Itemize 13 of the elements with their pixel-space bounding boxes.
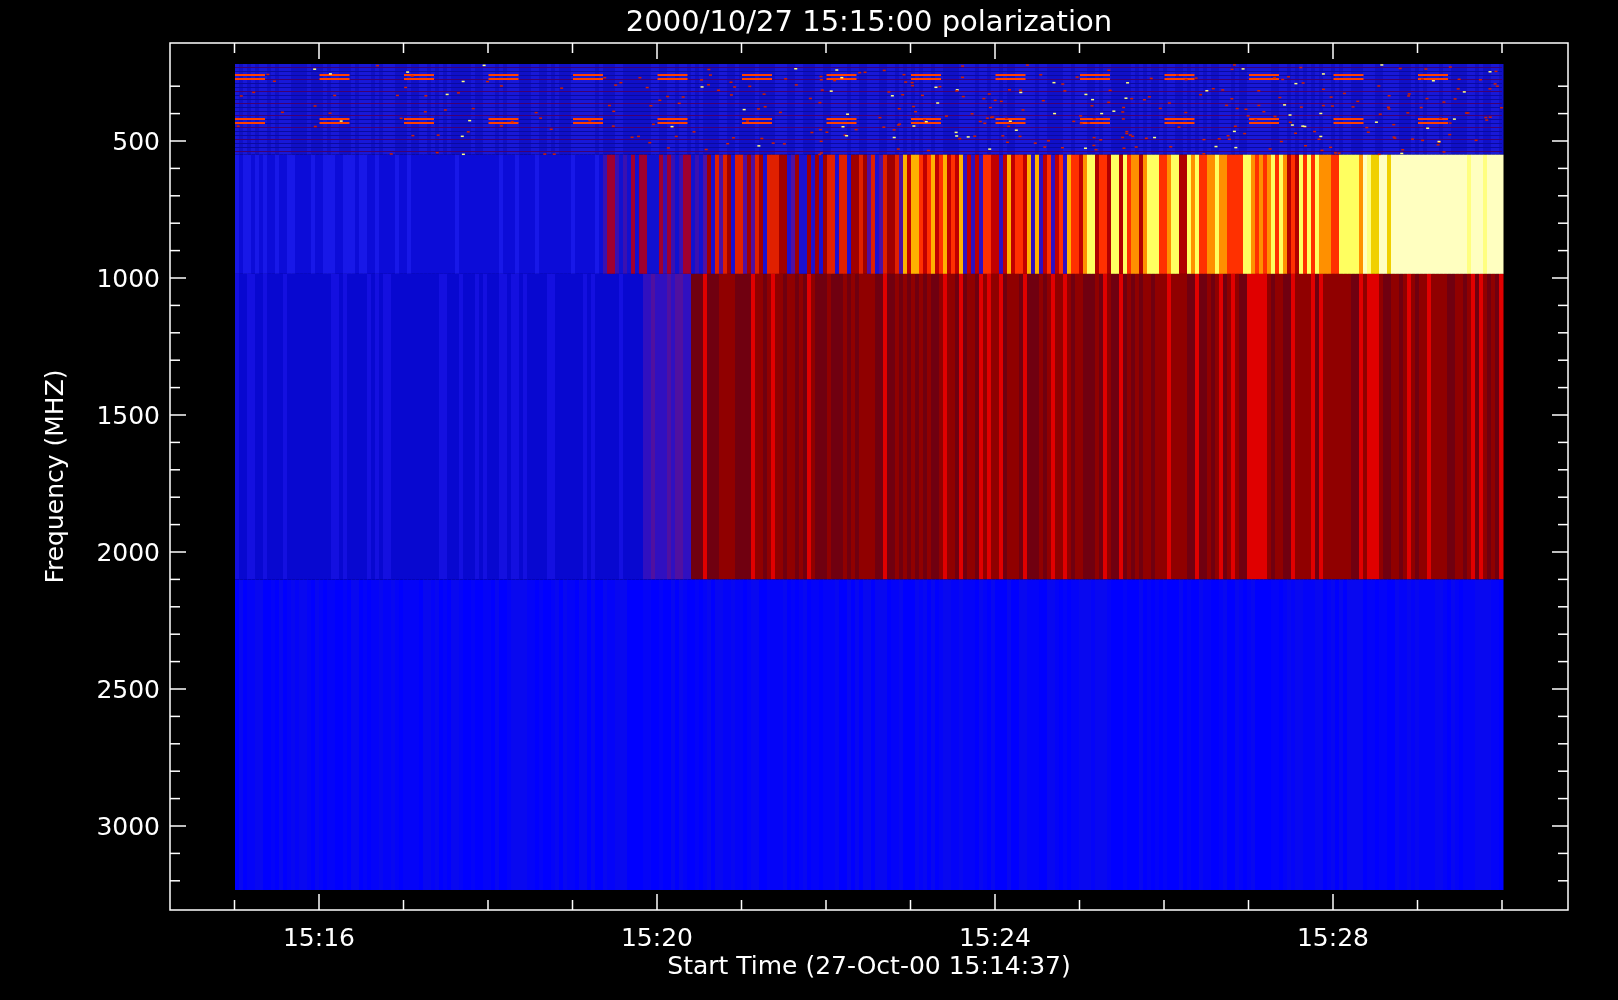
tick-label: 15:24 xyxy=(959,923,1031,952)
chart-title: 2000/10/27 15:15:00 polarization xyxy=(625,4,1113,38)
tick-label: 15:28 xyxy=(1297,923,1369,952)
axis-title: Frequency (MHZ) xyxy=(40,369,69,584)
tick-label: 15:16 xyxy=(283,923,355,952)
tick-label: 3000 xyxy=(96,812,160,841)
tick-label: 1500 xyxy=(96,401,160,430)
tick-label: 15:20 xyxy=(621,923,693,952)
axis-title: Start Time (27-Oct-00 15:14:37) xyxy=(667,951,1071,980)
tick-label: 2000 xyxy=(96,538,160,567)
tick-label: 1000 xyxy=(96,264,160,293)
tick-label: 2500 xyxy=(96,675,160,704)
tick-label: 500 xyxy=(112,127,160,156)
